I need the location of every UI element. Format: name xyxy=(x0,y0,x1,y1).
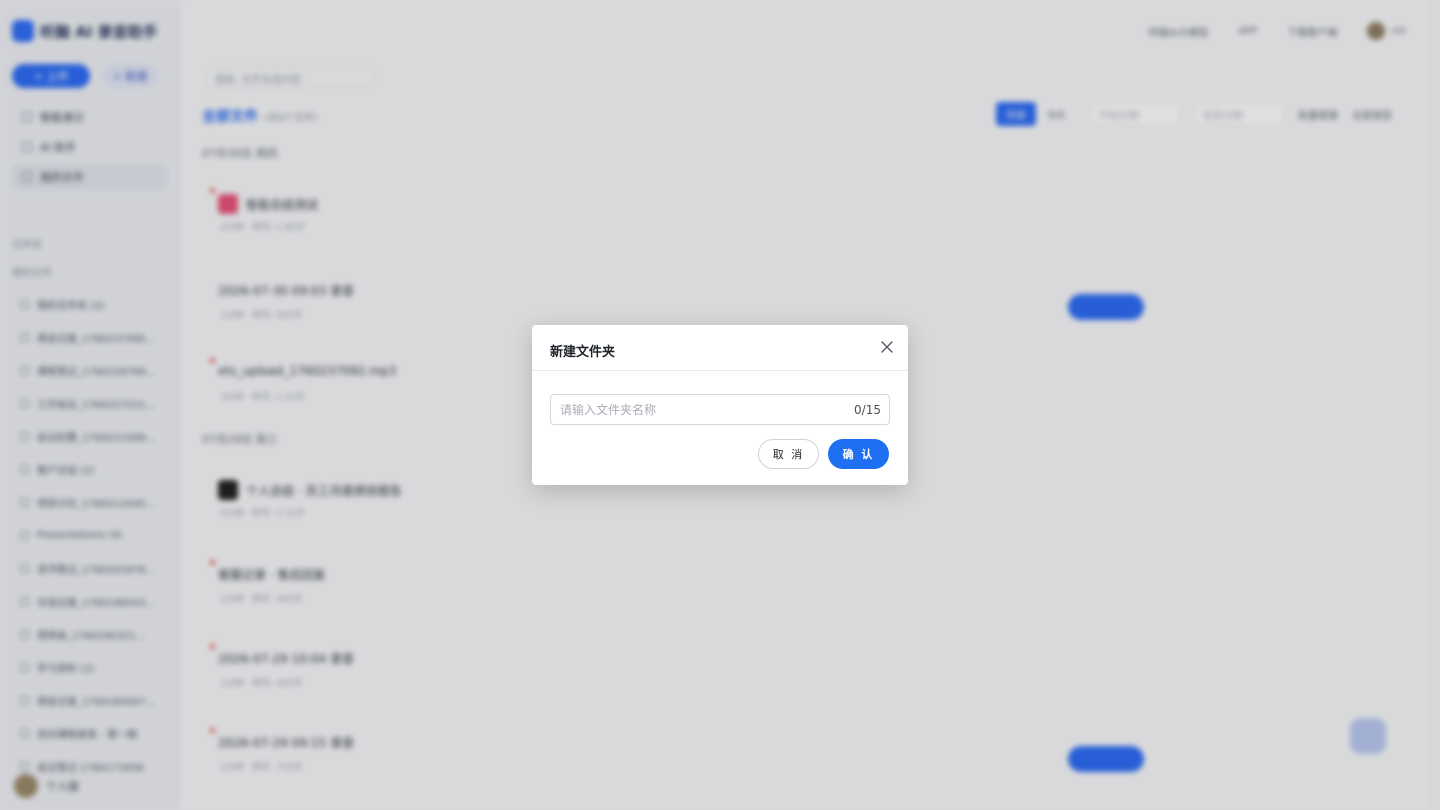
confirm-button[interactable]: 确 认 xyxy=(828,439,889,469)
folder-name-input[interactable] xyxy=(551,395,841,424)
char-counter: 0/15 xyxy=(854,403,881,417)
new-folder-dialog: 新建文件夹 0/15 取 消 确 认 xyxy=(532,325,908,485)
cancel-button[interactable]: 取 消 xyxy=(758,439,819,469)
close-icon[interactable] xyxy=(880,339,894,353)
dialog-header: 新建文件夹 xyxy=(532,325,908,371)
dialog-title: 新建文件夹 xyxy=(550,345,616,360)
folder-name-field: 0/15 xyxy=(550,394,890,425)
